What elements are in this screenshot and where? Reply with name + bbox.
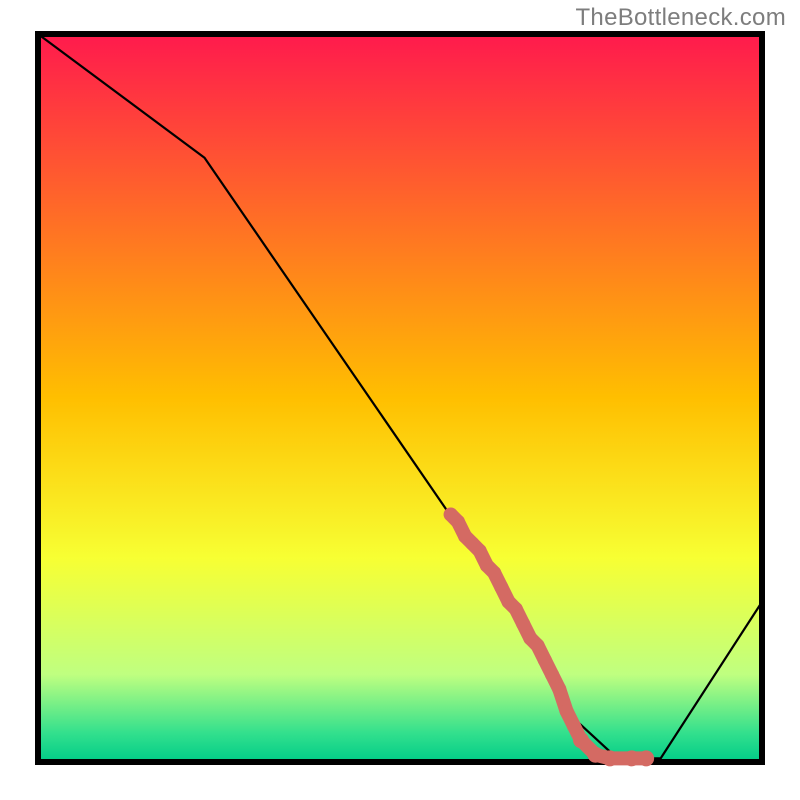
bottleneck-chart — [0, 0, 800, 800]
marker-dot — [538, 653, 552, 667]
marker-dot — [602, 750, 618, 766]
marker-dot — [494, 580, 508, 594]
marker-dot — [638, 750, 654, 766]
marker-dot — [473, 544, 487, 558]
marker-dot — [531, 639, 545, 653]
chart-container: TheBottleneck.com — [0, 0, 800, 800]
watermark-text: TheBottleneck.com — [575, 4, 786, 32]
marker-dot — [567, 719, 581, 733]
marker-dot — [587, 747, 603, 763]
marker-dot — [516, 617, 530, 631]
marker-dot — [509, 602, 523, 616]
marker-dot — [560, 704, 574, 718]
marker-dot — [451, 515, 465, 529]
marker-dot — [573, 732, 589, 748]
marker-dot — [545, 668, 559, 682]
chart-background — [38, 34, 762, 762]
marker-dot — [624, 750, 640, 766]
marker-dot — [487, 566, 501, 580]
marker-dot — [552, 682, 566, 696]
